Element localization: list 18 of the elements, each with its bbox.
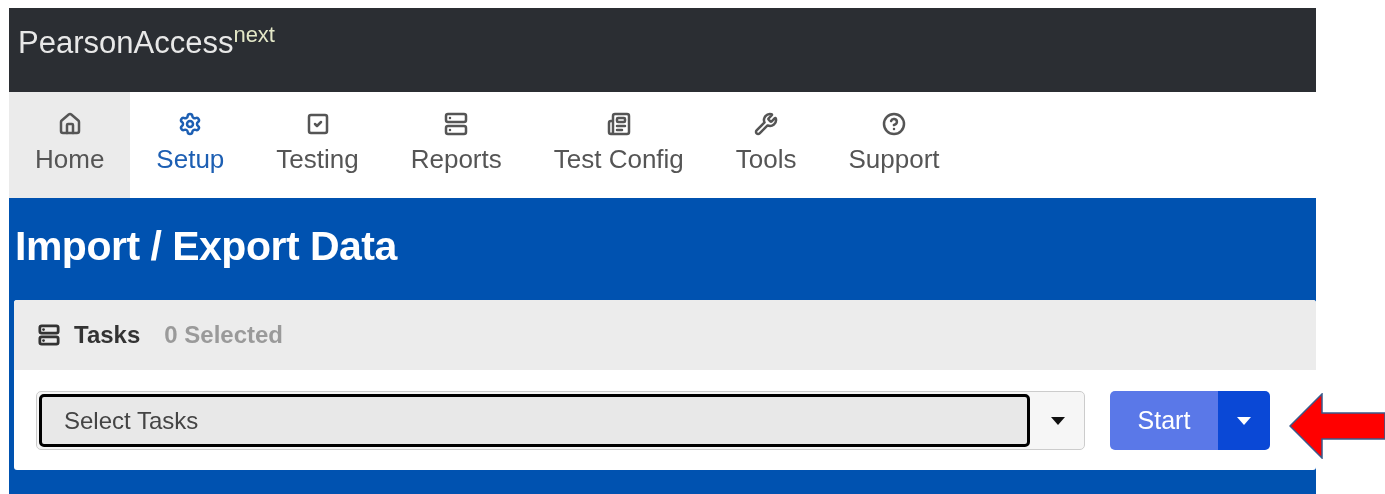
- dropdown-caret-icon: [1051, 416, 1065, 425]
- start-button[interactable]: Start: [1110, 391, 1218, 450]
- wrench-icon: [754, 111, 779, 136]
- caret-icon: [1237, 416, 1251, 425]
- checkbox-icon: [305, 111, 330, 136]
- server-icon: [444, 111, 469, 136]
- tasks-icon: [38, 324, 60, 346]
- select-tasks-field[interactable]: Select Tasks: [36, 391, 1085, 450]
- list-icon: [606, 111, 631, 136]
- help-icon: [882, 111, 907, 136]
- nav-tab[interactable]: Home: [9, 92, 131, 198]
- selected-count: 0 Selected: [164, 320, 283, 350]
- tasks-title: Tasks: [74, 320, 141, 350]
- page-title: Import / Export Data: [14, 226, 399, 267]
- brand-logo[interactable]: PearsonAccess$^{next}$: [18, 25, 275, 60]
- home-icon: [57, 111, 82, 136]
- start-menu-button[interactable]: [1218, 391, 1270, 450]
- settings-icon: [178, 111, 203, 136]
